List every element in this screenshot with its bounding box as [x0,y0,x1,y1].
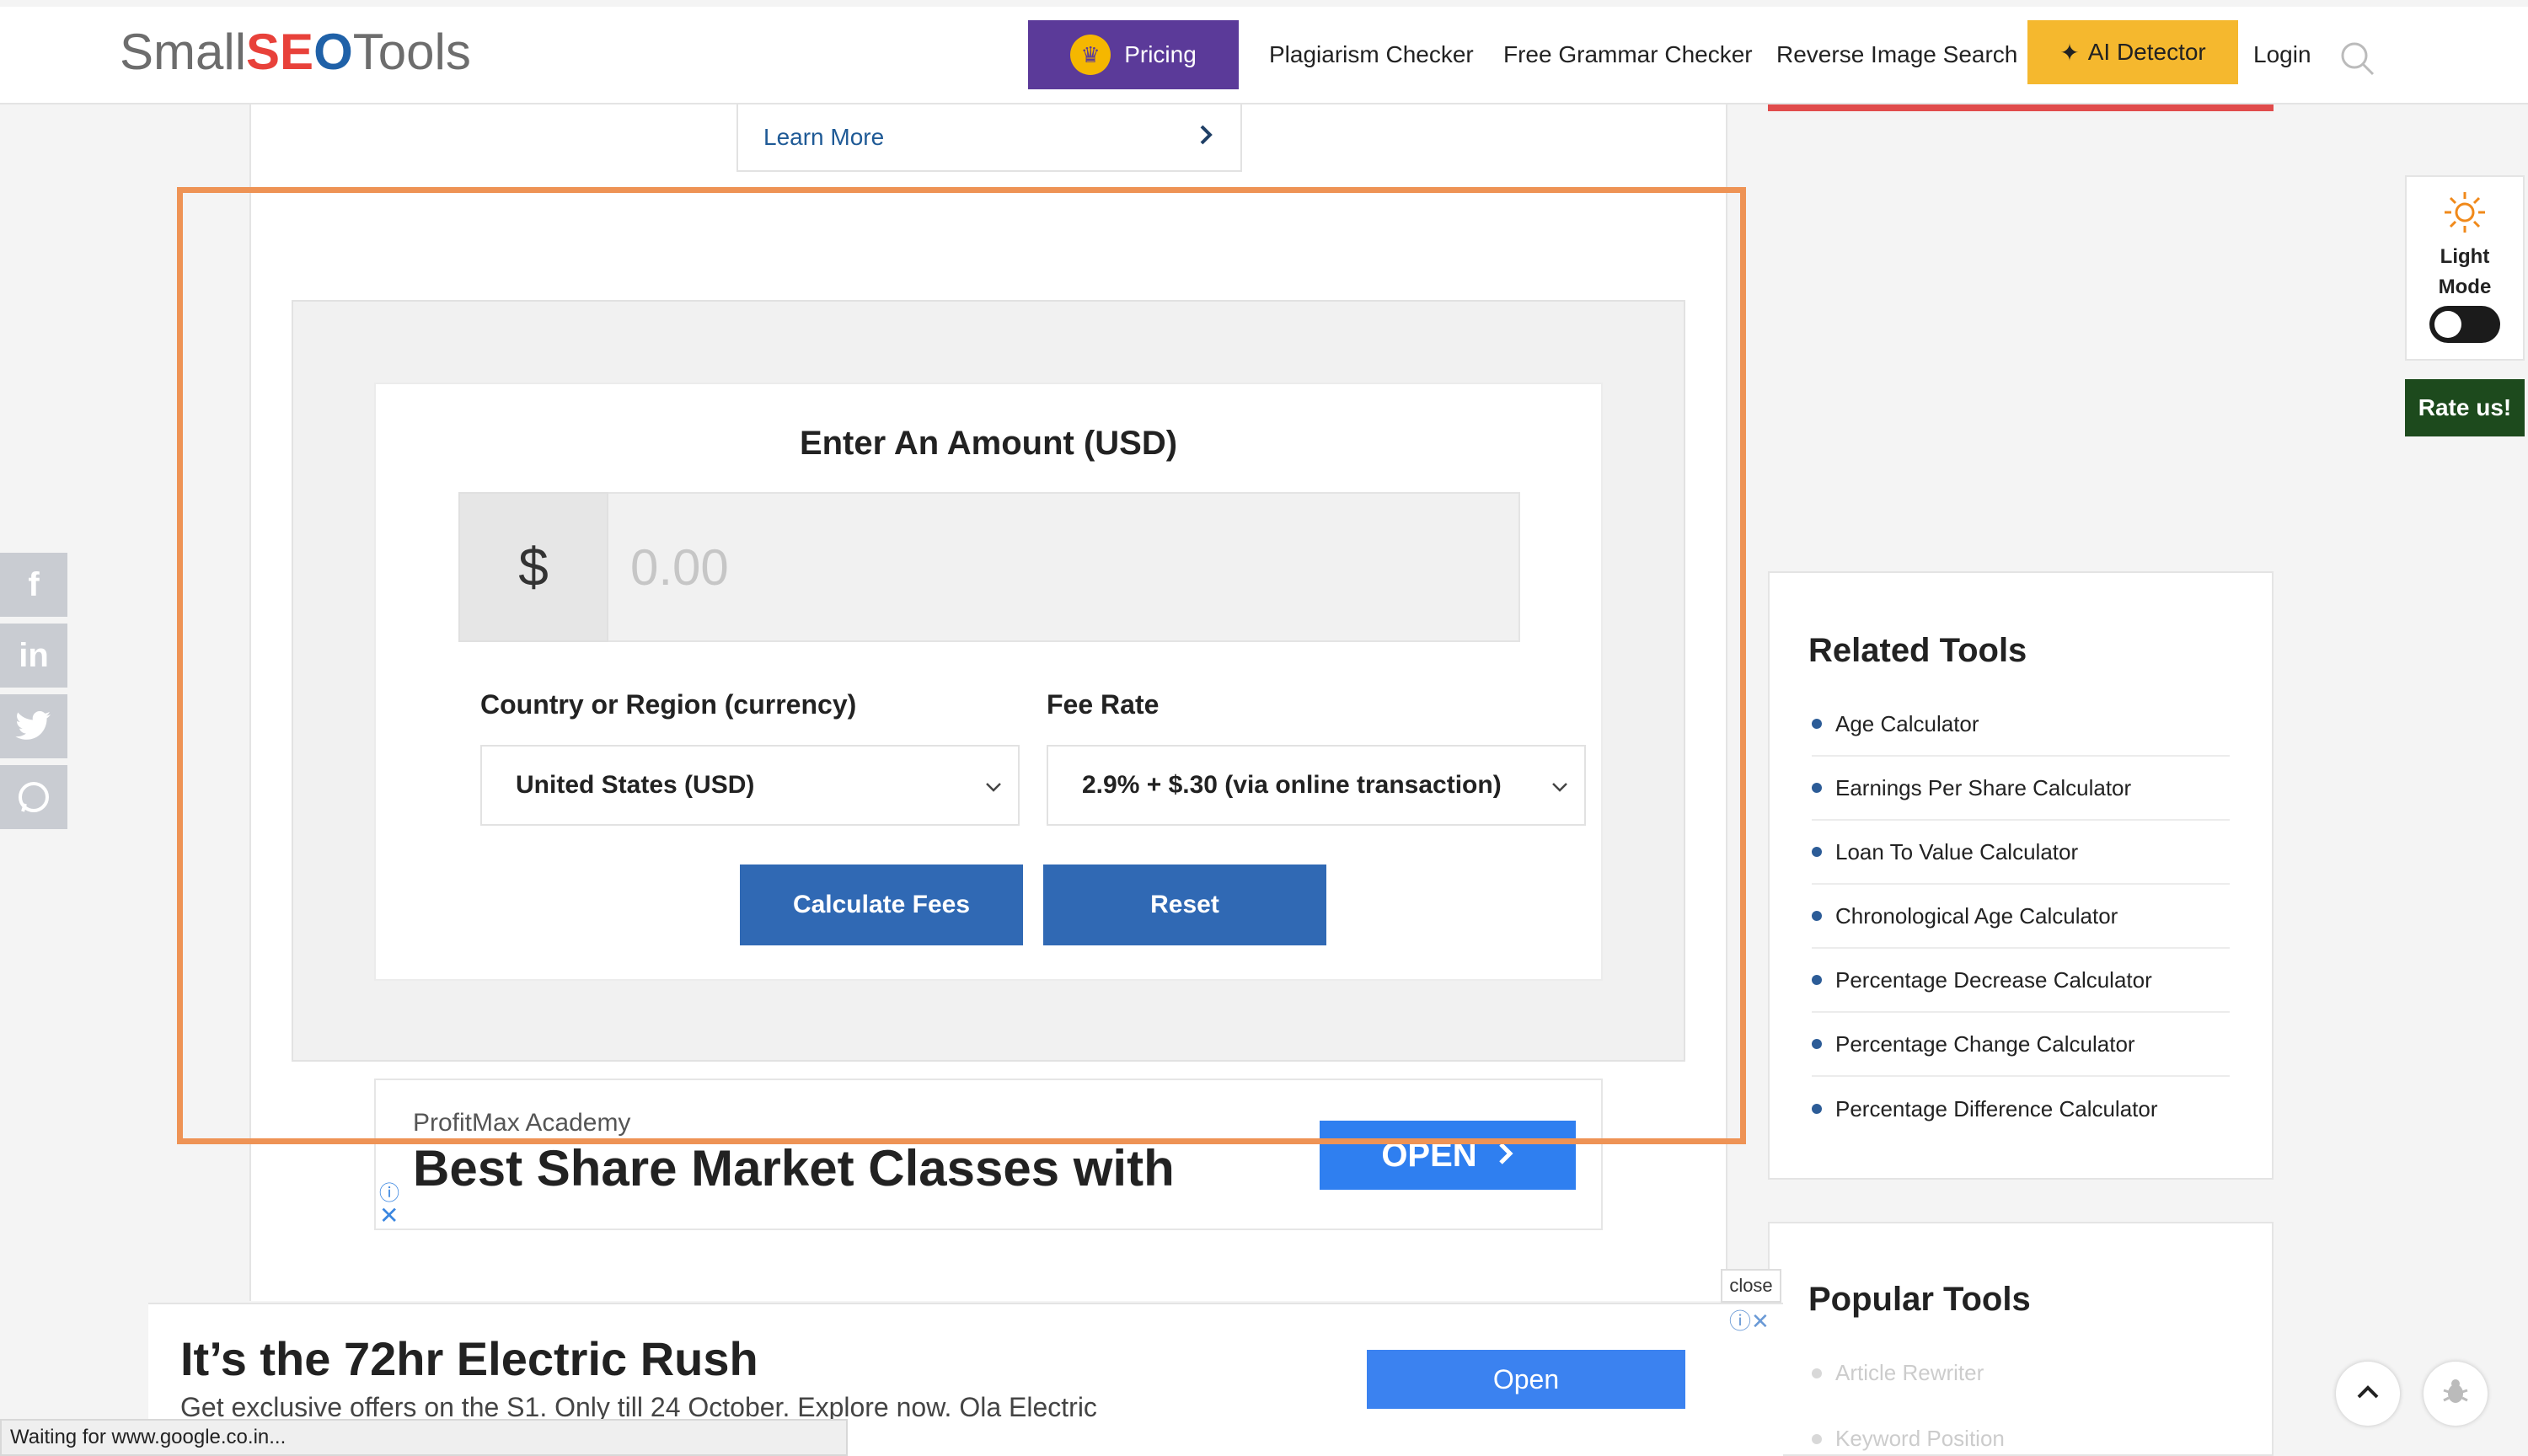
calculate-fees-button[interactable]: Calculate Fees [740,864,1023,945]
fee-rate-label: Fee Rate [1047,689,1160,720]
chevron-right-icon [1497,1137,1514,1175]
browser-status-bar: Waiting for www.google.co.in... [0,1419,848,1456]
country-select[interactable]: United States (USD) [480,745,1020,826]
popular-tools-title: Popular Tools [1808,1281,2031,1318]
popular-tool-label: Keyword Position [1835,1426,2005,1451]
related-tool-label: Earnings Per Share Calculator [1835,774,2132,800]
ai-detector-label: AI Detector [2087,39,2206,65]
crown-icon: ♛ [1070,35,1111,75]
related-tool-item[interactable]: Percentage Change Calculator [1812,1013,2230,1077]
ad-close-icon[interactable]: ✕ [379,1202,399,1229]
related-tool-item[interactable]: Percentage Difference Calculator [1812,1077,2230,1141]
ad-headline[interactable]: Best Share Market Classes with [413,1139,1175,1197]
bullet-icon [1812,1433,1822,1444]
country-label: Country or Region (currency) [480,689,857,720]
popular-tool-item[interactable]: Article Rewriter [1812,1360,1984,1386]
bullet-icon [1812,1104,1822,1114]
popular-tools-panel [1768,1222,2274,1456]
bullet-icon [1812,975,1822,985]
popular-tool-label: Article Rewriter [1835,1360,1984,1385]
theme-toggle-widget: Light Mode [2405,175,2525,361]
nav-plagiarism-checker[interactable]: Plagiarism Checker [1269,20,1474,89]
sun-icon [2441,189,2488,240]
site-logo[interactable]: SmallSEOTools [120,19,474,86]
twitter-icon[interactable] [0,694,67,762]
related-tool-item[interactable]: Age Calculator [1812,693,2230,757]
learn-more-label: Learn More [763,124,885,150]
report-bug-button[interactable] [2424,1362,2488,1426]
facebook-icon[interactable]: f [0,553,67,620]
ai-detector-button[interactable]: ✦ AI Detector [2027,20,2238,84]
related-tool-label: Loan To Value Calculator [1835,838,2079,864]
rate-us-button[interactable]: Rate us! [2405,379,2525,436]
theme-label-line2: Mode [2438,276,2492,298]
ad-open-label: OPEN [1381,1136,1477,1174]
login-link[interactable]: Login [2253,20,2311,89]
form-title: Enter An Amount (USD) [799,425,1178,462]
ad-close-button[interactable]: close [1721,1269,1781,1303]
chevron-right-icon [1198,123,1215,153]
related-tools-title: Related Tools [1808,632,2027,669]
bottom-ad-open-button[interactable]: Open [1367,1350,1685,1409]
related-tool-label: Age Calculator [1835,710,1979,736]
related-tool-label: Percentage Change Calculator [1835,1030,2135,1057]
dark-mode-toggle[interactable] [2429,306,2500,343]
search-icon[interactable] [2339,40,2376,78]
pricing-label: Pricing [1124,41,1197,67]
ad-open-button[interactable]: OPEN [1320,1121,1576,1190]
related-tool-item[interactable]: Chronological Age Calculator [1812,885,2230,949]
bullet-icon [1812,1368,1822,1378]
chevron-up-icon [2355,1384,2381,1405]
country-select-value: United States (USD) [516,771,755,799]
ad-info-icon[interactable]: ⓘ✕ [1729,1304,1770,1336]
bottom-ad-headline[interactable]: It’s the 72hr Electric Rush [180,1331,758,1386]
learn-more-link[interactable]: Learn More [736,104,1242,172]
currency-symbol: $ [458,492,608,642]
whatsapp-icon[interactable] [0,765,67,832]
pricing-button[interactable]: ♛ Pricing [1028,20,1239,89]
nav-reverse-image-search[interactable]: Reverse Image Search [1776,20,2017,89]
fee-rate-select[interactable]: 2.9% + $.30 (via online transaction) [1047,745,1586,826]
scroll-to-top-button[interactable] [2336,1362,2400,1426]
chevron-down-icon [1551,771,1569,800]
related-tool-item[interactable]: Percentage Decrease Calculator [1812,949,2230,1013]
popular-tool-item[interactable]: Keyword Position [1812,1426,2005,1452]
bullet-icon [1812,911,1822,921]
related-tool-label: Percentage Difference Calculator [1835,1095,2158,1121]
fee-rate-select-value: 2.9% + $.30 (via online transaction) [1082,771,1502,799]
related-tool-item[interactable]: Loan To Value Calculator [1812,821,2230,885]
bullet-icon [1812,719,1822,729]
sparkle-icon: ✦ [2059,39,2080,66]
theme-label-line1: Light [2440,245,2490,268]
sidebar-accent-bar [1768,104,2274,111]
related-tool-label: Chronological Age Calculator [1835,902,2118,929]
amount-input[interactable] [608,494,1518,640]
related-tool-label: Percentage Decrease Calculator [1835,966,2152,993]
reset-button[interactable]: Reset [1043,864,1326,945]
related-tool-item[interactable]: Earnings Per Share Calculator [1812,757,2230,821]
bug-icon [2440,1377,2471,1411]
ad-brand: ProfitMax Academy [413,1109,631,1137]
chevron-down-icon [984,771,1003,800]
nav-grammar-checker[interactable]: Free Grammar Checker [1503,20,1753,89]
bullet-icon [1812,1039,1822,1049]
bullet-icon [1812,783,1822,793]
linkedin-icon[interactable]: in [0,624,67,691]
bullet-icon [1812,847,1822,857]
